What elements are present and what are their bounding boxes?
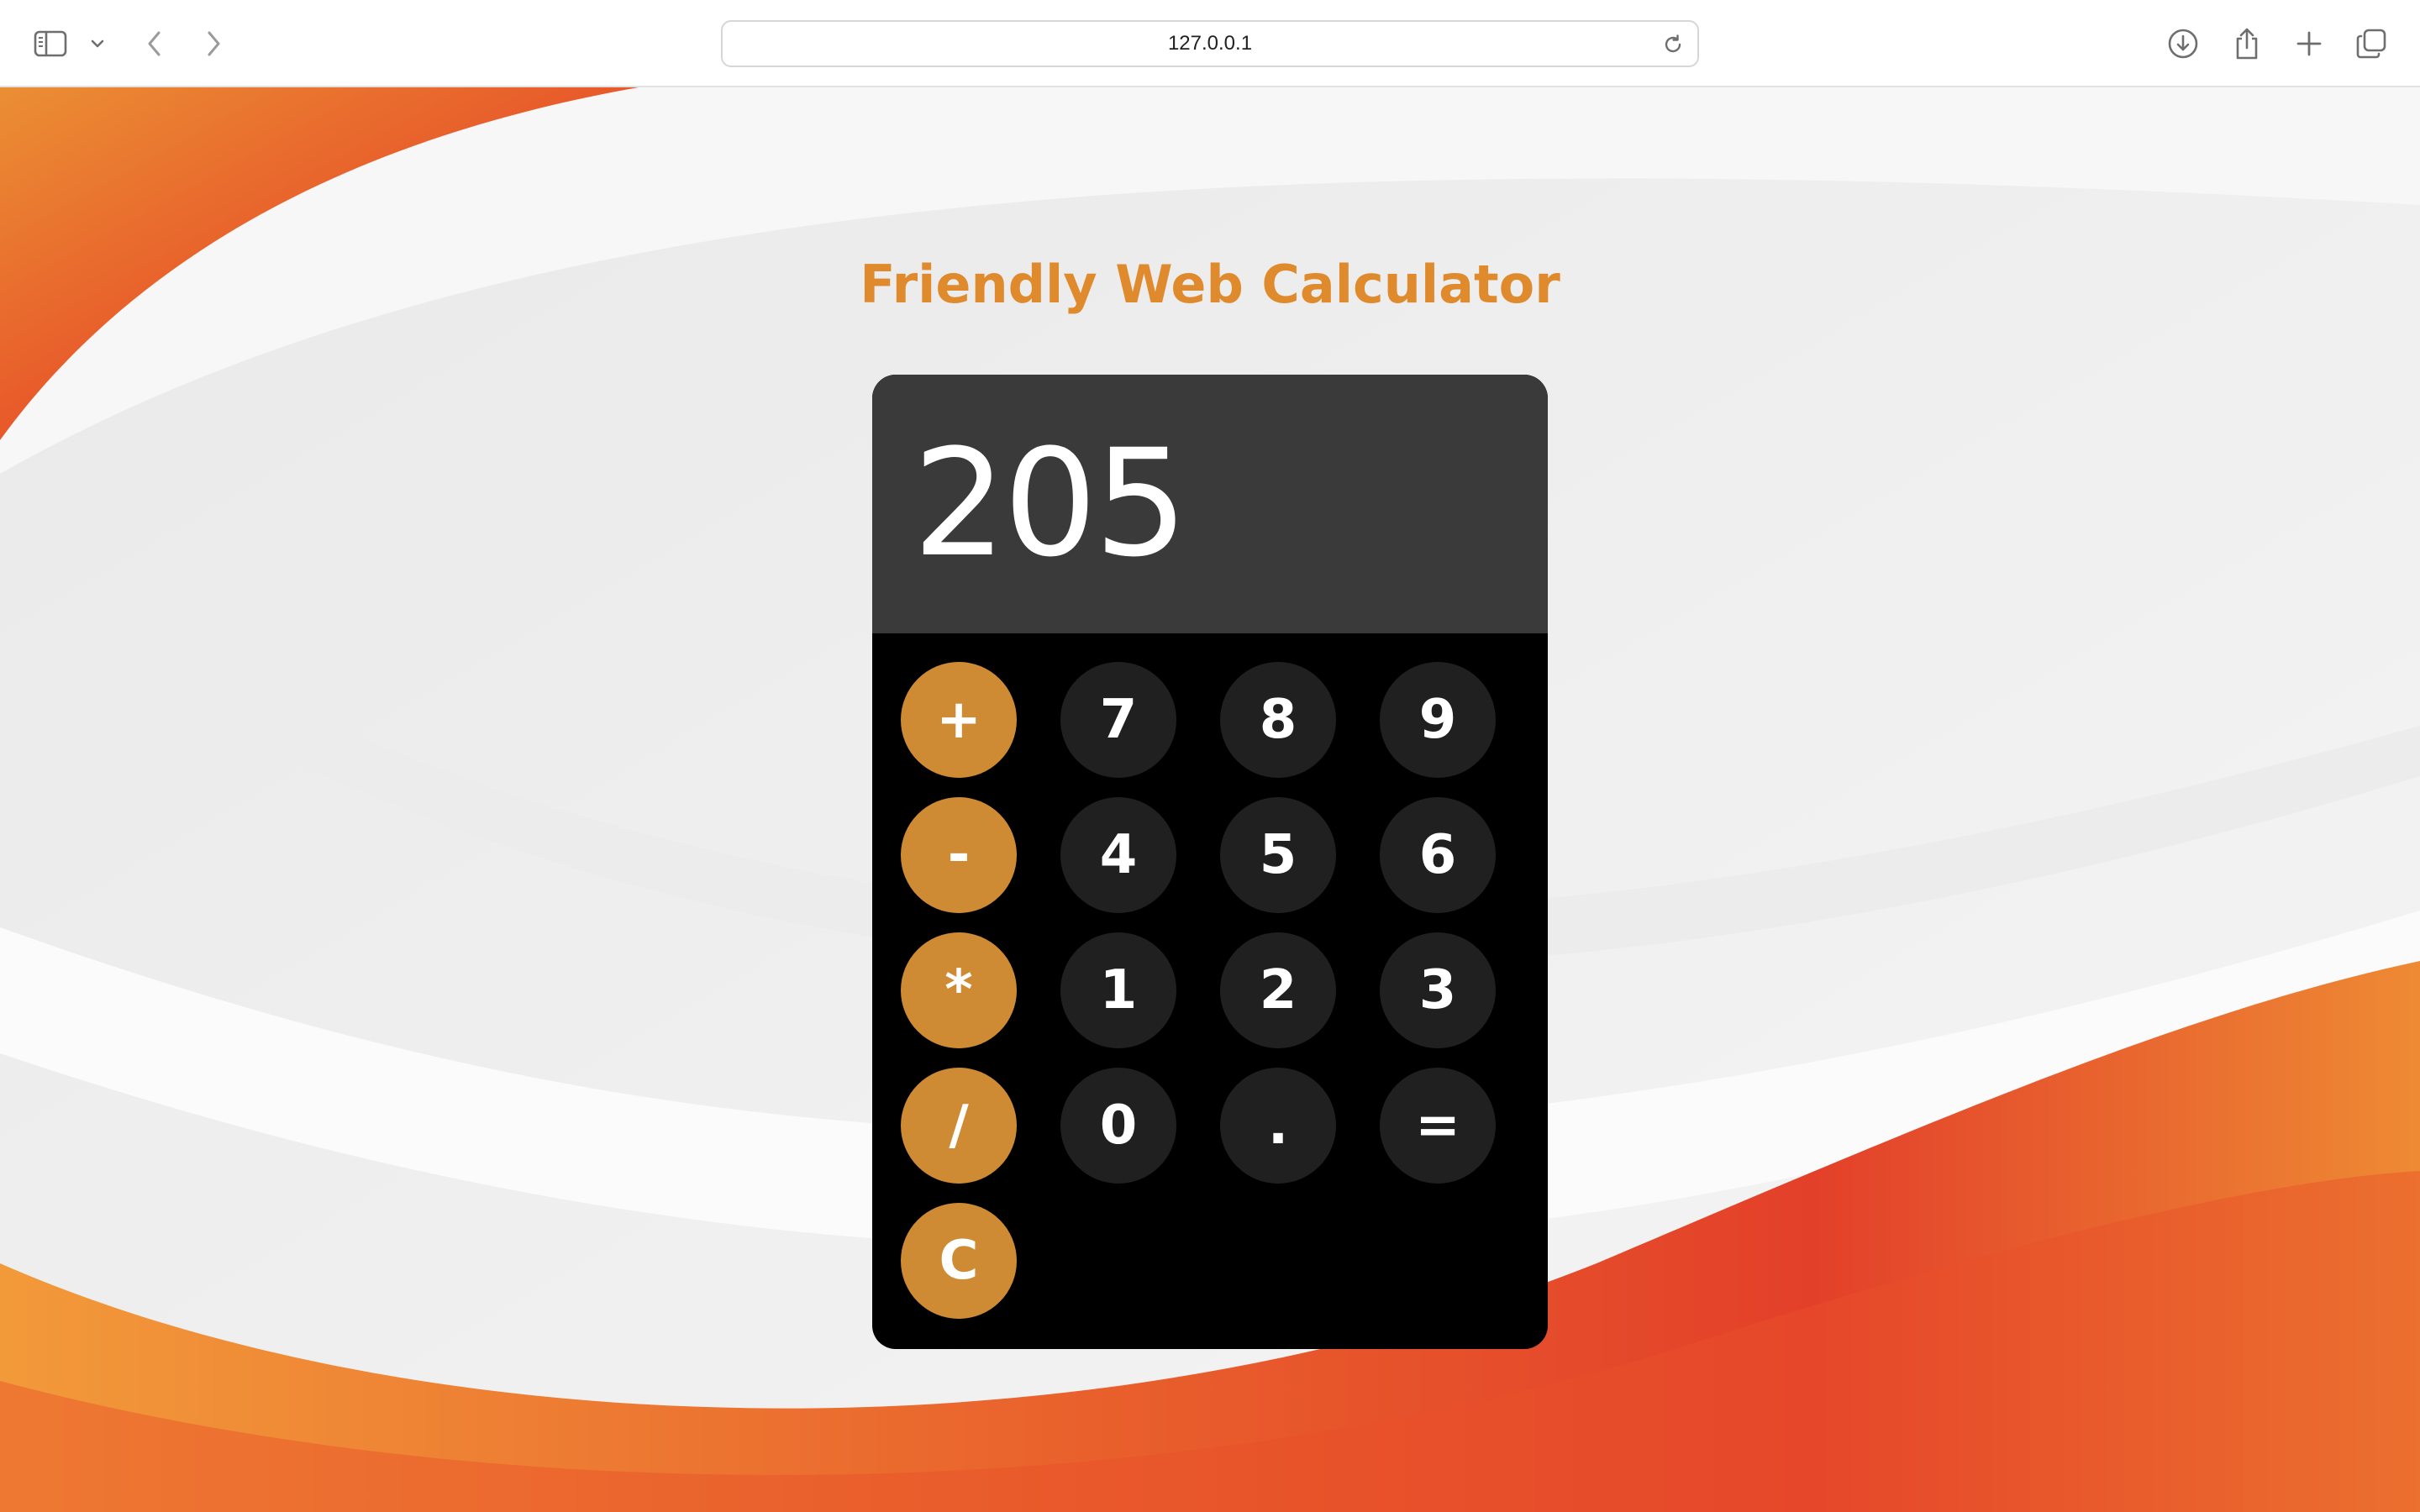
digit-0-button[interactable]: 0 — [1060, 1068, 1176, 1184]
sidebar-icon[interactable] — [29, 22, 72, 66]
reload-icon[interactable] — [1659, 30, 1687, 59]
page-title: Friendly Web Calculator — [860, 254, 1560, 315]
digit-8-button[interactable]: 8 — [1220, 662, 1336, 778]
divide-button[interactable]: / — [901, 1068, 1017, 1184]
digit-3-button[interactable]: 3 — [1380, 932, 1496, 1048]
equals-button[interactable]: = — [1380, 1068, 1496, 1184]
digit-2-button[interactable]: 2 — [1220, 932, 1336, 1048]
digit-1-button[interactable]: 1 — [1060, 932, 1176, 1048]
digit-7-button[interactable]: 7 — [1060, 662, 1176, 778]
decimal-button[interactable]: . — [1220, 1068, 1336, 1184]
add-button[interactable]: + — [901, 662, 1017, 778]
chevron-right-icon[interactable] — [192, 22, 235, 66]
chevron-down-icon[interactable] — [77, 22, 118, 66]
digit-5-button[interactable]: 5 — [1220, 797, 1336, 913]
download-icon[interactable] — [2161, 22, 2205, 66]
calculator: 205 + 7 8 9 - 4 5 6 * 1 2 3 / 0 . = C — [872, 375, 1548, 1349]
calculator-display: 205 — [872, 375, 1548, 633]
digit-4-button[interactable]: 4 — [1060, 797, 1176, 913]
subtract-button[interactable]: - — [901, 797, 1017, 913]
tab-overview-icon[interactable] — [2349, 22, 2393, 66]
display-value: 205 — [913, 417, 1188, 590]
plus-icon[interactable] — [2287, 22, 2331, 66]
digit-9-button[interactable]: 9 — [1380, 662, 1496, 778]
keypad: + 7 8 9 - 4 5 6 * 1 2 3 / 0 . = C — [901, 662, 1523, 1326]
chevron-left-icon[interactable] — [133, 22, 176, 66]
browser-toolbar: 127.0.0.1 — [0, 0, 2420, 87]
share-icon[interactable] — [2225, 22, 2269, 66]
page-viewport: Friendly Web Calculator 205 + 7 8 9 - 4 … — [0, 87, 2420, 1512]
digit-6-button[interactable]: 6 — [1380, 797, 1496, 913]
address-bar[interactable]: 127.0.0.1 — [721, 20, 1699, 67]
multiply-button[interactable]: * — [901, 932, 1017, 1048]
address-text: 127.0.0.1 — [1167, 32, 1253, 55]
clear-button[interactable]: C — [901, 1203, 1017, 1319]
